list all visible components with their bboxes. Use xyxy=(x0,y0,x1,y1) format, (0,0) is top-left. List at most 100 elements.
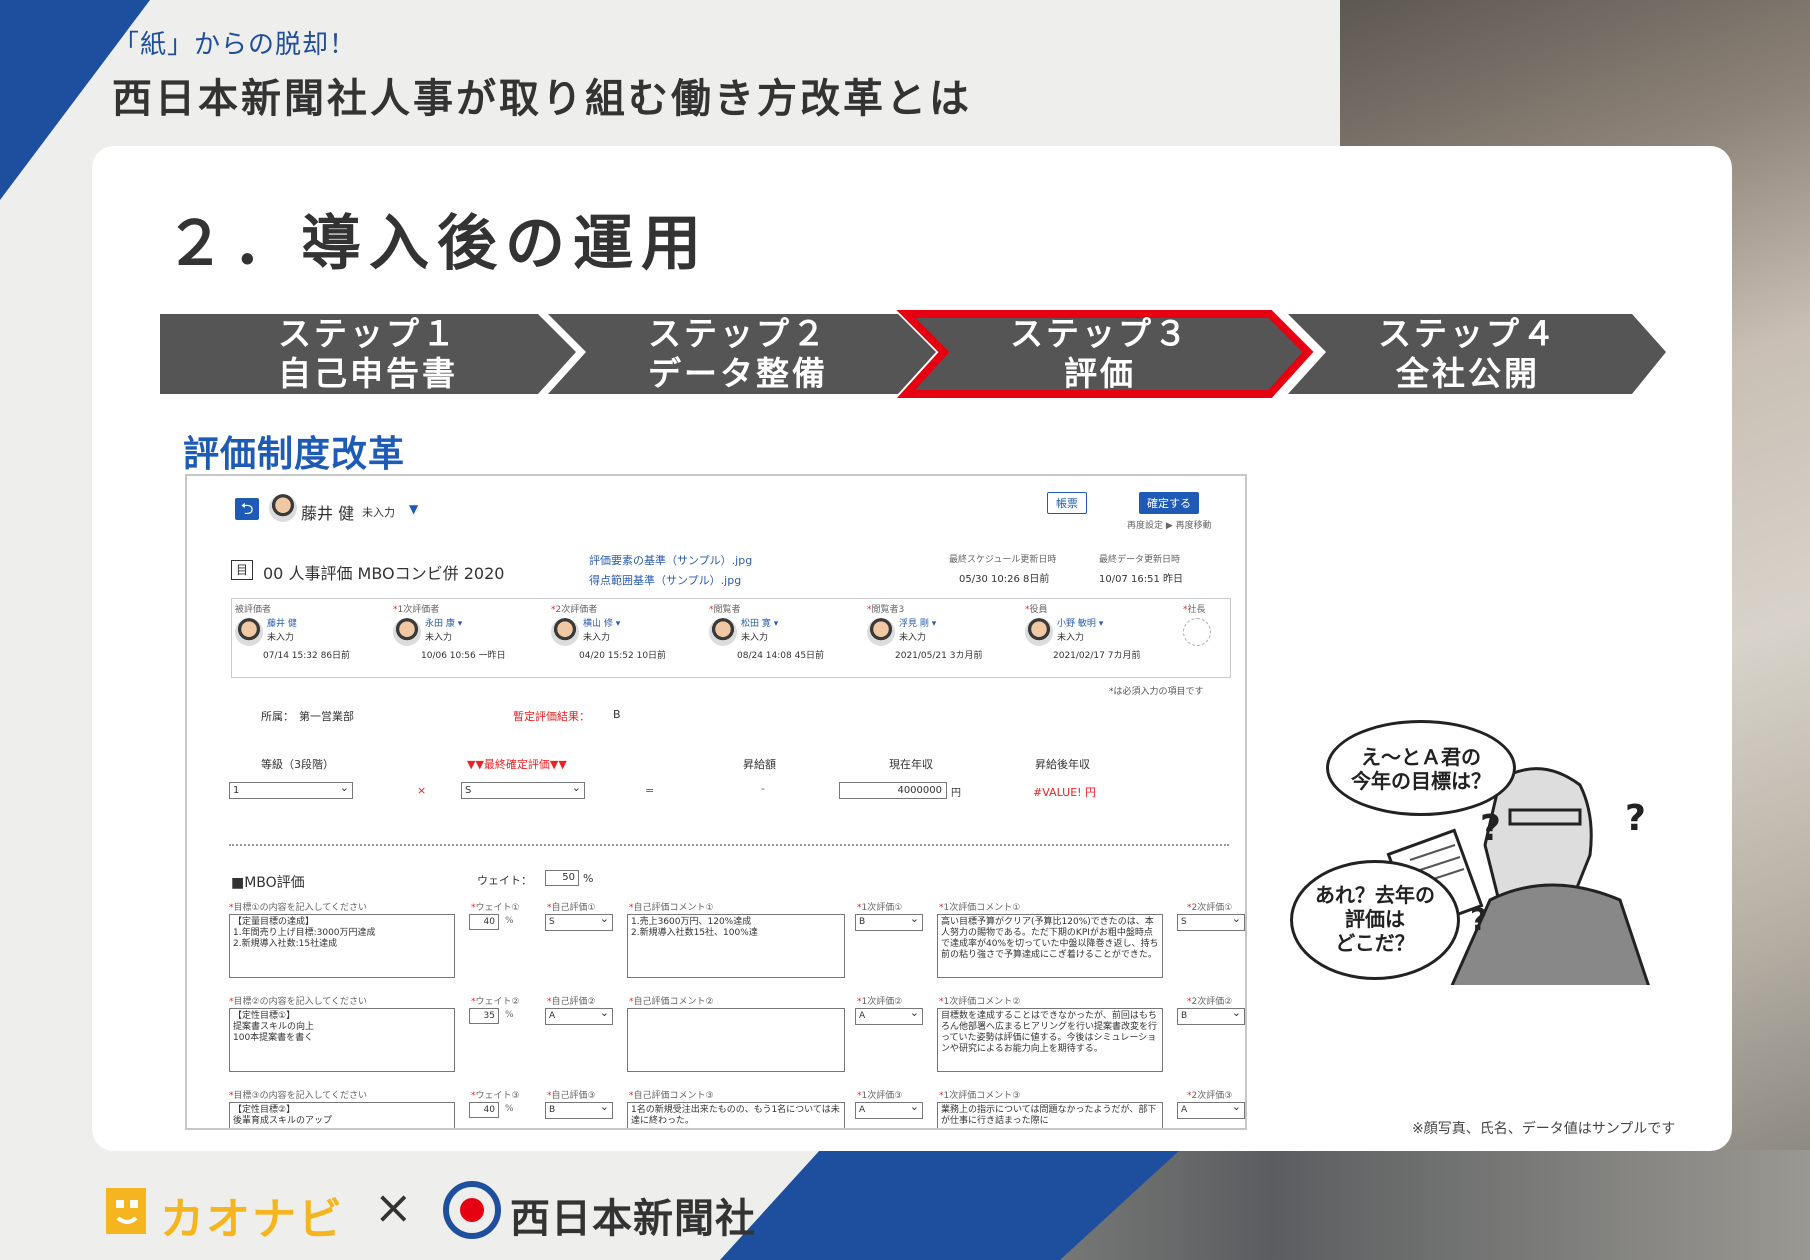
evaluator-name[interactable]: 松田 寛 ▾ xyxy=(741,616,778,629)
weight-value: 50 xyxy=(562,872,575,883)
self-eval-select[interactable]: B xyxy=(545,1102,613,1119)
mbo-column-header-text: 目標③の内容を記入してください xyxy=(233,1091,368,1101)
weight-percent: % xyxy=(583,872,594,885)
self-eval-select[interactable]: A xyxy=(545,1008,613,1025)
evaluator-role: *閲覧者 xyxy=(709,602,741,615)
weight-input[interactable]: 40 xyxy=(469,1102,499,1118)
mbo-column-header: *1次評価① xyxy=(857,900,902,913)
mbo-column-header-text: 1次評価② xyxy=(861,997,903,1007)
step-flow: ステップ１ 自己申告書 ステップ２ データ整備 ステップ３ 評価 ステップ４ 全… xyxy=(158,308,1668,398)
svg-text:?: ? xyxy=(1470,903,1487,938)
first-comment-textarea[interactable]: 目標数を達成することはできなかったが、前回はもちろん他部署へ広まるヒアリングを行… xyxy=(937,1008,1163,1072)
grade-select[interactable]: 1 xyxy=(229,780,353,799)
evaluator-name[interactable]: 藤井 健 xyxy=(267,616,297,629)
evaluator-role: *1次評価者 xyxy=(393,602,439,615)
required-note: *は必須入力の項目です xyxy=(1109,687,1204,697)
weight-percent: % xyxy=(505,1104,514,1114)
last-schedule-label: 最終スケジュール更新日時 xyxy=(949,555,1057,565)
mbo-column-header-text: 1次評価コメント② xyxy=(943,997,1021,1007)
second-eval-select[interactable]: S xyxy=(1177,914,1245,931)
self-eval-select[interactable]: S xyxy=(545,914,613,931)
ledger-button[interactable]: 帳票 xyxy=(1047,492,1087,514)
mbo-column-header: *目標③の内容を記入してください xyxy=(229,1088,367,1101)
mbo-column-header-text: 自己評価コメント② xyxy=(633,997,714,1007)
nishinippon-logo-text: 西日本新聞社 xyxy=(510,1196,756,1242)
mbo-column-header: *目標②の内容を記入してください xyxy=(229,994,367,1007)
mbo-column-header: *2次評価② xyxy=(1187,994,1232,1007)
kaonavi-logo-text: カオナビ xyxy=(160,1194,344,1245)
first-eval-select[interactable]: B xyxy=(855,914,923,931)
weight-input[interactable]: 40 xyxy=(469,914,499,930)
first-eval-select[interactable]: A xyxy=(855,1008,923,1025)
self-comment-textarea[interactable] xyxy=(627,1008,845,1072)
mbo-column-header-text: 2次評価② xyxy=(1191,997,1233,1007)
attachment-link-2[interactable]: 得点範囲基準（サンプル）.jpg xyxy=(589,572,741,588)
attachment-link-1[interactable]: 評価要素の基準（サンプル）.jpg xyxy=(589,552,752,568)
mbo-column-header: *1次評価コメント① xyxy=(939,900,1020,913)
evaluator-name[interactable]: 横山 修 ▾ xyxy=(583,616,620,629)
evaluator-name[interactable]: 小野 敏明 ▾ xyxy=(1057,616,1103,629)
evaluator-role-text: 2次評価者 xyxy=(555,605,598,615)
step-4-label: ステップ４ 全社公開 xyxy=(1338,314,1598,394)
weight-input[interactable]: 50 xyxy=(545,870,579,886)
mbo-column-header: *ウェイト③ xyxy=(471,1088,520,1101)
mbo-column-header: *2次評価③ xyxy=(1187,1088,1232,1101)
step-2-name: データ整備 xyxy=(648,354,828,393)
self-comment-textarea[interactable]: 1.売上3600万円、120%達成 2.新規導入社数15社、100%達 xyxy=(627,914,845,978)
step-1-name: 自己申告書 xyxy=(278,354,458,393)
first-eval-select[interactable]: A xyxy=(855,1102,923,1119)
evaluator-name[interactable]: 永田 康 ▾ xyxy=(425,616,462,629)
evaluator-date: 08/24 14:08 45日前 xyxy=(737,651,825,661)
evaluator-card: *社長 xyxy=(1183,602,1245,674)
first-comment-textarea[interactable]: 高い目標予算がクリア(予算比120%)できたのは、本人努力の賜物である。ただ下期… xyxy=(937,914,1163,978)
first-comment-textarea[interactable]: 業務上の指示については問題なかったようだが、部下が仕事に行き詰まった際に xyxy=(937,1102,1163,1128)
provisional-label: 暫定評価結果： xyxy=(513,710,590,723)
breadcrumb[interactable]: 再度設定 ▶ 再度移動 xyxy=(1127,518,1212,531)
confirm-button[interactable]: 確定する xyxy=(1139,492,1199,514)
sample-footnote: ※顔写真、氏名、データ値はサンプルです xyxy=(1412,1121,1676,1137)
second-eval-select[interactable]: A xyxy=(1177,1102,1245,1119)
self-comment-textarea[interactable]: 1名の新規受注出来たものの、もう1名については未達に終わった。 xyxy=(627,1102,845,1128)
goal-textarea[interactable]: 【定量目標の達成】 1.年間売り上げ目標:3000万円達成 2.新規導入社数:1… xyxy=(229,914,455,978)
evaluator-status: 未入力 xyxy=(267,633,295,643)
provisional-value: B xyxy=(613,708,621,721)
last-data-label: 最終データ更新日時 xyxy=(1099,555,1181,565)
evaluator-name[interactable]: 浮見 剛 ▾ xyxy=(899,616,936,629)
nishinippon-logo-icon xyxy=(443,1181,501,1239)
thought-bubble-1: え〜とＡ君の 今年の目標は？ xyxy=(1326,720,1516,816)
evaluator-role-text: 閲覧者3 xyxy=(871,605,905,615)
weight-percent: % xyxy=(505,1010,514,1020)
user-status[interactable]: 未入力 xyxy=(362,504,395,520)
mbo-column-header: *目標①の内容を記入してください xyxy=(229,900,367,913)
bottom-accent-bar xyxy=(820,1150,1060,1260)
step-4-title: ステップ４ xyxy=(1378,314,1558,353)
goal-textarea[interactable]: 【定性目標①】 提案書スキルの向上 100本提案書を書く xyxy=(229,1008,455,1072)
evaluator-card: *閲覧者 松田 寛 ▾ 未入力 08/24 14:08 45日前 xyxy=(709,602,859,674)
salary-input[interactable]: 4000000 xyxy=(839,782,947,799)
evaluator-status: 未入力 xyxy=(1057,633,1085,643)
step-3-label: ステップ３ 評価 xyxy=(970,314,1230,394)
mbo-column-header: *1次評価コメント② xyxy=(939,994,1020,1007)
second-eval-select[interactable]: B xyxy=(1177,1008,1245,1025)
mbo-column-header: *1次評価③ xyxy=(857,1088,902,1101)
goal-textarea[interactable]: 【定性目標②】 後輩育成スキルのアップ xyxy=(229,1102,455,1128)
mbo-column-header-text: 1次評価③ xyxy=(861,1091,903,1101)
weight-input[interactable]: 35 xyxy=(469,1008,499,1024)
weight-percent: % xyxy=(505,916,514,926)
evaluator-avatar xyxy=(393,618,421,646)
evaluator-status: 未入力 xyxy=(425,633,453,643)
section-title: ２．導入後の運用 xyxy=(165,209,709,279)
mbo-column-header-text: 自己評価コメント① xyxy=(633,903,714,913)
evaluator-date: 2021/05/21 3カ月前 xyxy=(895,651,983,661)
evaluator-role-text: 社長 xyxy=(1187,605,1206,615)
mbo-column-header: *1次評価コメント③ xyxy=(939,1088,1020,1101)
svg-text:?: ? xyxy=(1480,808,1501,849)
cartoon-illustration: ? ? ? え〜とＡ君の 今年の目標は？ あれ？去年の 評価は どこだ？ xyxy=(1290,720,1665,985)
evaluator-card: *閲覧者3 浮見 剛 ▾ 未入力 2021/05/21 3カ月前 xyxy=(867,602,1017,674)
evaluator-card: *1次評価者 永田 康 ▾ 未入力 10/06 10:56 一昨日 xyxy=(393,602,543,674)
back-icon[interactable]: ⮌ xyxy=(235,498,259,520)
final-eval-select[interactable]: S xyxy=(461,780,585,799)
chevron-down-icon[interactable]: ▼ xyxy=(409,502,418,516)
evaluator-avatar xyxy=(867,618,895,646)
user-avatar xyxy=(269,494,297,522)
